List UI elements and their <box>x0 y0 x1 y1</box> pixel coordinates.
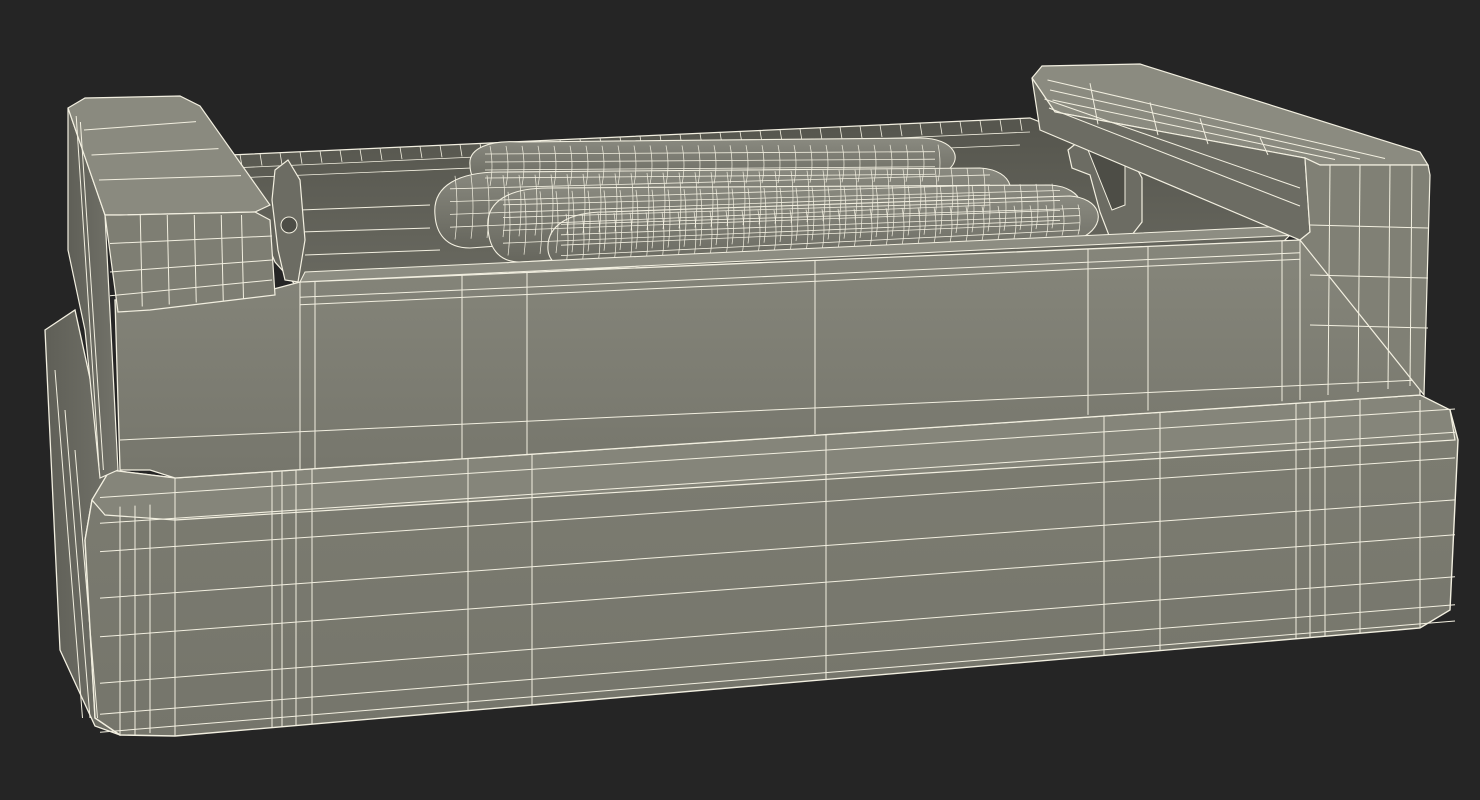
render-viewport <box>0 0 1480 800</box>
left-wheel-hub <box>280 216 298 234</box>
wireframe-render <box>44 63 1459 737</box>
